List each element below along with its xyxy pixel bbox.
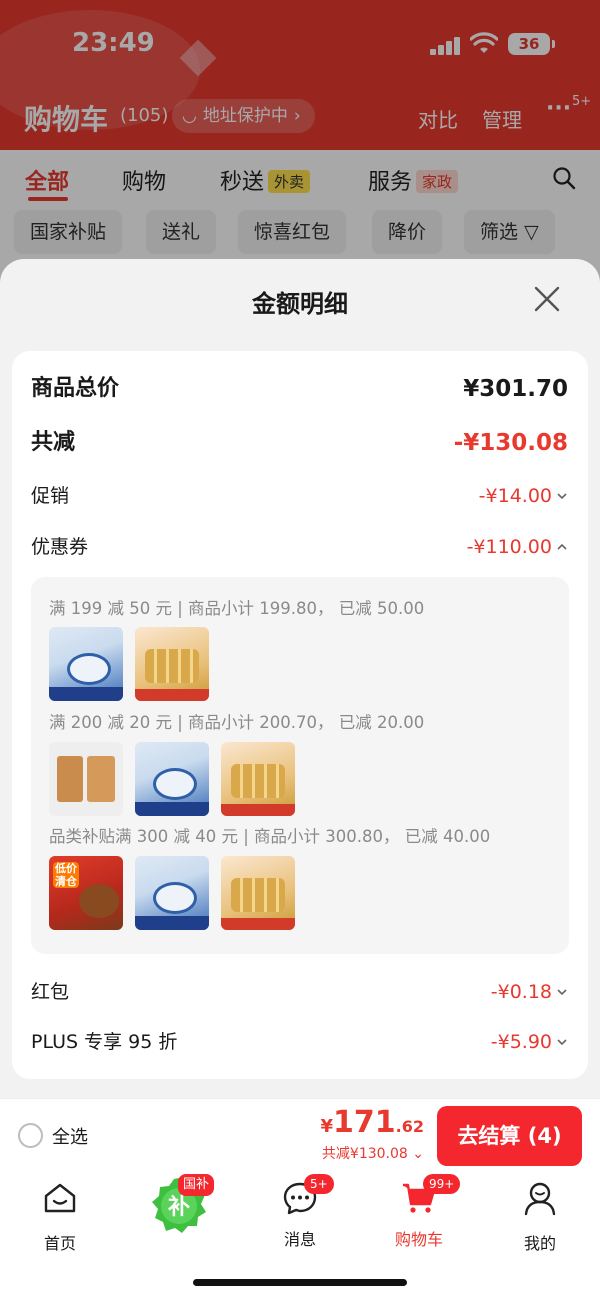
product-thumb-detergent[interactable] <box>135 856 209 930</box>
currency-symbol: ¥ <box>320 1116 334 1137</box>
checkout-bar: 全选 ¥171.62 共减¥130.08 ⌄ 去结算 (4) <box>0 1098 600 1172</box>
checkout-button[interactable]: 去结算 (4) <box>437 1106 582 1166</box>
red-packet-row[interactable]: 红包 -¥0.18 <box>12 972 588 1012</box>
messages-badge: 5+ <box>304 1174 334 1194</box>
product-thumb-tissue[interactable] <box>221 742 295 816</box>
total-discount-value: -¥130.08 <box>453 430 568 456</box>
goods-total-value: ¥301.70 <box>463 376 568 402</box>
chevron-down-icon <box>557 989 567 996</box>
tab-messages-label: 消息 <box>283 1230 316 1249</box>
promotion-label: 促销 <box>31 485 70 507</box>
close-icon[interactable] <box>534 286 560 312</box>
promotion-row[interactable]: 促销 -¥14.00 <box>12 476 588 516</box>
chevron-down-icon <box>557 493 567 500</box>
cart-icon-wrap: 99+ <box>401 1174 461 1216</box>
product-thumb-jerky[interactable]: 低价清仓 <box>49 856 123 930</box>
total-price: ¥171.62 <box>321 1105 425 1140</box>
red-packet-label: 红包 <box>31 981 70 1003</box>
coupon-detail-line: 品类补贴满 300 减 40 元 | 商品小计 300.80， 已减 40.00 <box>49 827 491 846</box>
cart-badge: 99+ <box>423 1174 461 1194</box>
goods-total-row: 商品总价 ¥301.70 <box>12 369 588 409</box>
red-packet-value: -¥0.18 <box>490 981 552 1003</box>
product-thumb-detergent[interactable] <box>135 742 209 816</box>
product-thumb-tissue[interactable] <box>135 627 209 701</box>
home-icon <box>44 1183 76 1213</box>
tab-home[interactable]: 首页 <box>10 1180 110 1254</box>
chevron-down-icon: ⌄ <box>412 1146 424 1162</box>
tab-messages[interactable]: 5+ 消息 <box>250 1174 350 1250</box>
total-price-integer: 171 <box>333 1105 396 1140</box>
tab-mine-label: 我的 <box>523 1234 556 1253</box>
home-indicator <box>193 1279 407 1286</box>
sheet-title: 金额明细 <box>252 290 348 318</box>
product-thumb-detergent[interactable] <box>49 627 123 701</box>
goods-total-label: 商品总价 <box>31 376 120 401</box>
total-discount-label: 共减 <box>31 430 76 455</box>
message-icon-wrap: 5+ <box>282 1174 334 1216</box>
coupon-row[interactable]: 优惠券 -¥110.00 <box>12 527 588 567</box>
saved-amount-toggle[interactable]: 共减¥130.08 ⌄ <box>322 1143 424 1163</box>
saved-amount: 共减¥130.08 <box>321 1146 408 1162</box>
coupon-detail-line: 满 200 减 20 元 | 商品小计 200.70， 已减 20.00 <box>49 713 425 732</box>
tab-home-label: 首页 <box>43 1234 76 1253</box>
plus-discount-value: -¥5.90 <box>490 1031 552 1053</box>
plus-discount-label: PLUS 专享 95 折 <box>31 1031 178 1053</box>
select-all-label[interactable]: 全选 <box>52 1123 88 1149</box>
tab-cart-label: 购物车 <box>394 1230 443 1249</box>
subsidy-badge: 国补 <box>178 1174 215 1196</box>
coupon-breakdown: 满 199 减 50 元 | 商品小计 199.80， 已减 50.00 满 2… <box>31 577 569 954</box>
tab-cart[interactable]: 99+ 购物车 <box>369 1174 469 1250</box>
clearance-tag: 低价清仓 <box>53 862 79 888</box>
profile-icon <box>524 1182 556 1216</box>
chevron-up-icon <box>557 543 567 550</box>
chevron-down-icon <box>557 1039 567 1046</box>
subsidy-char: 补 <box>167 1195 190 1220</box>
coupon-label: 优惠券 <box>31 536 89 558</box>
total-price-decimal: .62 <box>395 1117 424 1136</box>
coupon-product-thumbs <box>49 742 295 816</box>
coupon-product-thumbs <box>49 627 209 701</box>
plus-discount-row[interactable]: PLUS 专享 95 折 -¥5.90 <box>12 1022 588 1062</box>
coupon-product-thumbs: 低价清仓 <box>49 856 295 930</box>
coupon-value: -¥110.00 <box>466 536 552 558</box>
promotion-value: -¥14.00 <box>478 485 552 507</box>
tab-mine[interactable]: 我的 <box>490 1180 590 1254</box>
total-discount-row: 共减 -¥130.08 <box>12 423 588 463</box>
select-all-checkbox[interactable] <box>18 1123 43 1148</box>
amount-detail-card: 商品总价 ¥301.70 共减 -¥130.08 促销 -¥14.00 优惠券 … <box>12 351 588 1079</box>
product-thumb-tissue[interactable] <box>221 856 295 930</box>
coupon-detail-line: 满 199 减 50 元 | 商品小计 199.80， 已减 50.00 <box>49 599 425 618</box>
product-thumb-snack[interactable] <box>49 742 123 816</box>
